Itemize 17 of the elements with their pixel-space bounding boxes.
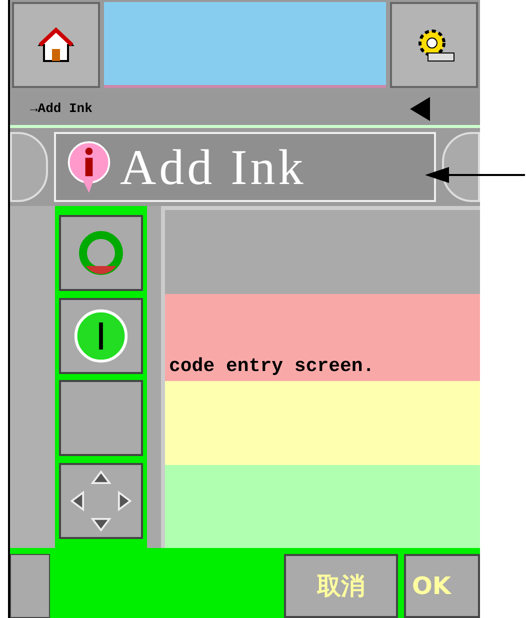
power-icon [72,306,130,365]
ok-button[interactable]: OK [404,554,480,618]
settings-button[interactable] [390,2,478,88]
direction-pad[interactable] [59,462,143,539]
round-button[interactable] [442,132,480,202]
blank-button[interactable] [59,380,143,456]
house-icon [36,25,76,65]
arrows-icon [68,468,134,534]
side-button[interactable] [10,554,50,618]
cancel-button[interactable]: 取消 [284,554,398,618]
home-button[interactable] [12,2,100,88]
power-button[interactable] [59,298,143,374]
info-icon [66,139,112,195]
message-text: code entry screen. [169,355,374,377]
dialog-title: Add Ink [120,138,306,196]
breadcrumb: →Add Ink [30,101,92,116]
left-arrow-icon[interactable] [410,96,430,120]
